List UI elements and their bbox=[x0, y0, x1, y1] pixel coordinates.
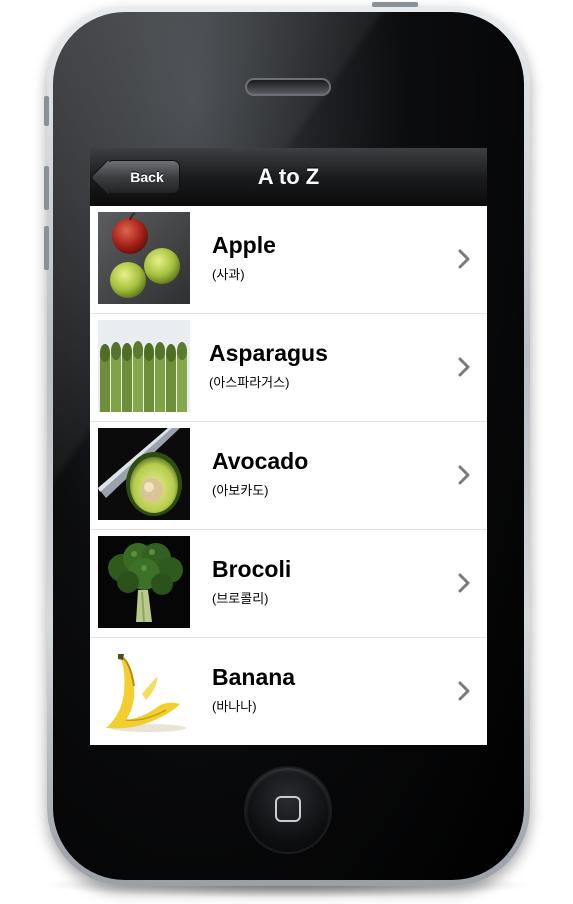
item-korean-name: (바나나) bbox=[212, 699, 257, 714]
home-square-icon bbox=[275, 796, 301, 822]
item-title: Avocado bbox=[212, 448, 309, 474]
back-button[interactable]: Back bbox=[90, 159, 180, 196]
avocado-photo bbox=[98, 428, 190, 520]
item-list: Apple (사과) Asparagus (아스파라거스) Avocado (아… bbox=[90, 206, 487, 745]
item-title: Banana bbox=[212, 664, 296, 690]
item-title: Asparagus bbox=[209, 340, 328, 366]
chevron-right-icon bbox=[457, 356, 471, 378]
chevron-right-icon bbox=[457, 572, 471, 594]
back-button-label: Back bbox=[130, 169, 164, 185]
list-item-banana[interactable]: Banana (바나나) bbox=[90, 638, 487, 745]
earpiece-speaker bbox=[245, 78, 331, 96]
apples-photo bbox=[98, 212, 190, 304]
item-korean-name: (브로콜리) bbox=[212, 591, 269, 606]
item-korean-name: (아스파라거스) bbox=[209, 375, 290, 390]
volume-down-button bbox=[44, 226, 49, 270]
chevron-right-icon bbox=[457, 464, 471, 486]
item-korean-name: (사과) bbox=[212, 267, 245, 282]
banana-photo bbox=[98, 644, 190, 736]
asparagus-photo bbox=[98, 320, 190, 412]
list-item-asparagus[interactable]: Asparagus (아스파라거스) bbox=[90, 314, 487, 422]
home-button-icon[interactable] bbox=[246, 768, 330, 852]
screen: A to Z Back Apple (사과) Asparagus (아스파라거스… bbox=[90, 148, 487, 745]
chevron-right-icon bbox=[457, 248, 471, 270]
list-item-brocoli[interactable]: Brocoli (브로콜리) bbox=[90, 530, 487, 638]
chevron-right-icon bbox=[457, 680, 471, 702]
item-korean-name: (아보카도) bbox=[212, 483, 269, 498]
item-title: Brocoli bbox=[212, 556, 292, 582]
list-item-avocado[interactable]: Avocado (아보카도) bbox=[90, 422, 487, 530]
sleep-button bbox=[372, 2, 418, 7]
volume-up-button bbox=[44, 166, 49, 210]
item-title: Apple bbox=[212, 232, 276, 258]
broccoli-photo bbox=[98, 536, 190, 628]
list-item-apple[interactable]: Apple (사과) bbox=[90, 206, 487, 314]
ringer-switch bbox=[44, 96, 49, 126]
navigation-bar: A to Z Back bbox=[90, 148, 487, 207]
